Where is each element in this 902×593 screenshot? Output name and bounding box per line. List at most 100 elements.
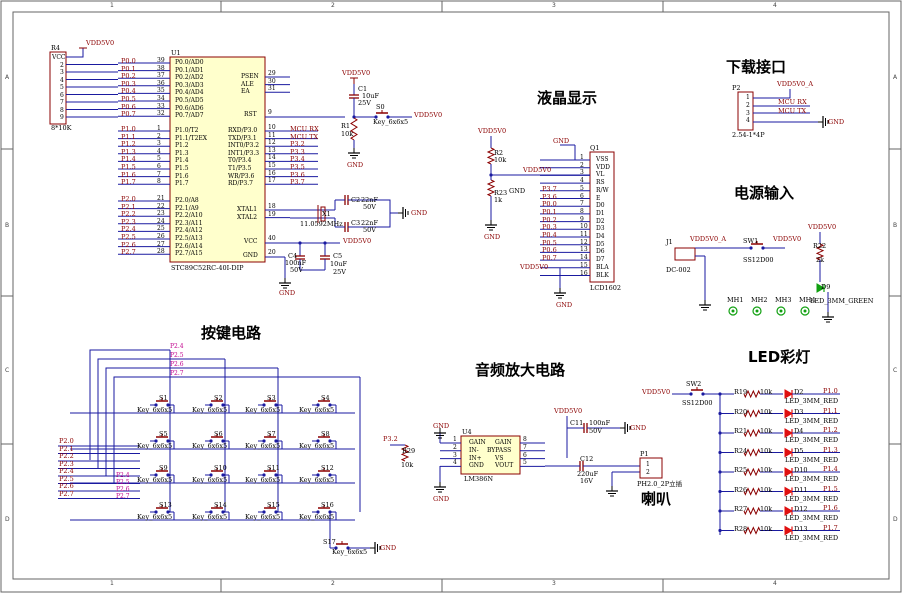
p1-part: PH2.0_2P立插 bbox=[637, 480, 683, 488]
r1-ref: R1 bbox=[341, 122, 351, 130]
lcd-pin-net: P0.4 bbox=[542, 231, 557, 239]
d9-ref: D9 bbox=[821, 283, 831, 291]
p2-name: P2.1/A9 bbox=[175, 204, 199, 212]
lcd-pin-name: D1 bbox=[596, 209, 605, 217]
p2-power: VDD5V0_A bbox=[777, 80, 814, 88]
p2-name: P2.0/A8 bbox=[175, 197, 199, 204]
gnd-name: GND bbox=[243, 252, 258, 259]
lcd-pin-name: E bbox=[596, 194, 601, 202]
p3-name: T1/P3.5 bbox=[228, 165, 252, 172]
s17-ref: S17 bbox=[323, 538, 336, 546]
p2-ref: P2 bbox=[732, 84, 741, 92]
led-r-val: 10k bbox=[760, 485, 773, 494]
p0-name: P0.1/AD1 bbox=[175, 66, 204, 74]
p2-num: 22 bbox=[157, 202, 165, 210]
lcd-pin-name: D7 bbox=[596, 256, 605, 264]
p1-name: P1.1/T2EX bbox=[175, 134, 208, 142]
r23-val: 1k bbox=[494, 196, 503, 204]
zone-row-left: B bbox=[5, 222, 10, 229]
lcd-pin-num: 8 bbox=[580, 207, 584, 215]
mcu-ctrl-num: 29 bbox=[268, 70, 276, 77]
rpack-pin: 8 bbox=[60, 106, 64, 114]
led-part: LED_3MM_RED bbox=[785, 436, 839, 444]
vcc-num: 40 bbox=[268, 235, 276, 242]
key-part: Key_6x6x5 bbox=[137, 513, 173, 521]
zone-row-left: C bbox=[5, 367, 10, 374]
lcd-pin-net: P3.7 bbox=[542, 184, 557, 193]
r1-val: 10k bbox=[341, 130, 354, 138]
p2-num: 25 bbox=[157, 225, 165, 233]
rst-name: RST bbox=[244, 111, 257, 118]
xtal-name: XTAL2 bbox=[237, 213, 258, 221]
mounting-hole-label: MH1 bbox=[727, 296, 744, 304]
key-col-label: P2.7 bbox=[170, 370, 184, 377]
p2-pin: 4 bbox=[746, 117, 750, 125]
p1-name: P1.7 bbox=[175, 180, 189, 188]
p2-net: P2.4 bbox=[121, 225, 136, 234]
lcd-pin-num: 3 bbox=[580, 169, 584, 177]
p2-net: P2.2 bbox=[121, 210, 136, 219]
lcd-ref: Q1 bbox=[590, 144, 600, 152]
p3-num: 10 bbox=[268, 124, 276, 131]
led-net: P1.2 bbox=[823, 426, 838, 434]
p2-net-rx: MCU RX bbox=[778, 98, 807, 106]
lcd-part: LCD1602 bbox=[590, 284, 622, 292]
p1-ref: P1 bbox=[640, 450, 649, 458]
p0-num: 33 bbox=[157, 102, 165, 110]
c5-ref: C5 bbox=[333, 252, 343, 260]
audio-gnd: GND bbox=[433, 495, 450, 503]
led-d-ref: D3 bbox=[794, 407, 804, 416]
c12-ref: C12 bbox=[580, 455, 594, 463]
rpack-pin: 6 bbox=[60, 91, 64, 99]
led-part: LED_3MM_RED bbox=[785, 416, 839, 425]
p2-name: P2.7/A15 bbox=[175, 250, 203, 258]
led-part: LED_3MM_RED bbox=[785, 514, 839, 522]
zone-row-right: B bbox=[893, 222, 898, 229]
u4-right-num: 6 bbox=[523, 451, 527, 459]
led-r-ref: R28 bbox=[734, 524, 748, 533]
p1-pin1: 1 bbox=[646, 461, 650, 468]
lcd-pin-num: 4 bbox=[580, 177, 584, 185]
lcd-pin-num: 6 bbox=[580, 192, 584, 200]
pwr-led-power: VDD5V0 bbox=[808, 223, 837, 231]
p1-name: P1.3 bbox=[175, 149, 189, 157]
u4-ref: U4 bbox=[462, 428, 472, 436]
mounting-hole-label: MH2 bbox=[751, 296, 768, 304]
led-r-val: 10k bbox=[760, 407, 773, 416]
dec-power: VDD5V0 bbox=[343, 237, 372, 245]
p2-part: 2.54-1*4P bbox=[732, 131, 765, 139]
p2-net: P2.3 bbox=[121, 217, 136, 226]
p1-name: P1.5 bbox=[175, 165, 189, 172]
led-d-ref: D13 bbox=[794, 524, 808, 533]
zone-row-right: A bbox=[893, 74, 898, 81]
c2-volt: 50V bbox=[363, 203, 376, 211]
zone-row-right: C bbox=[893, 367, 898, 374]
lcd-pin-num: 12 bbox=[580, 238, 588, 246]
sw1-ref: SW1 bbox=[743, 237, 759, 245]
p0-num: 34 bbox=[157, 95, 165, 102]
p1-net: P1.0 bbox=[121, 125, 136, 133]
p2-num: 26 bbox=[157, 233, 165, 240]
led-net: P1.3 bbox=[823, 445, 838, 454]
mcu-ctrl-name: EA bbox=[241, 88, 250, 96]
p3-net: P3.4 bbox=[290, 155, 305, 164]
p0-net: P0.5 bbox=[121, 95, 136, 103]
u4-part: LM386N bbox=[464, 475, 494, 483]
c11-val: 100nF bbox=[589, 419, 611, 427]
key-part: Key_6x6x5 bbox=[245, 442, 281, 450]
r22-val: 2k bbox=[816, 256, 825, 264]
led-r-ref: R21 bbox=[734, 427, 748, 435]
key-ref: S5 bbox=[159, 430, 168, 438]
p3-num: 14 bbox=[268, 154, 276, 162]
p1-num: 6 bbox=[157, 163, 161, 170]
r29-ref: R29 bbox=[402, 447, 416, 455]
p2-net-tx: MCU TX bbox=[778, 107, 807, 115]
key-col-label: P2.6 bbox=[170, 361, 184, 368]
key-ref: S7 bbox=[267, 430, 276, 438]
p1-net: P1.2 bbox=[121, 140, 136, 149]
j1-part: DC-002 bbox=[666, 266, 691, 274]
zone-row-left: A bbox=[5, 74, 10, 81]
p1-num: 3 bbox=[157, 140, 161, 148]
led-part: LED_3MM_RED bbox=[785, 494, 839, 503]
led-net: P1.5 bbox=[823, 484, 838, 493]
